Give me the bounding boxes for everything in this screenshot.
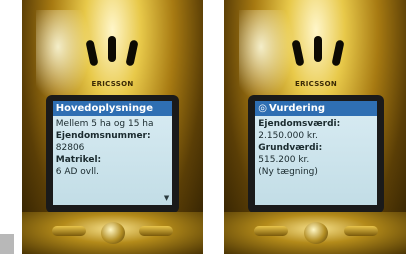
brand-logo: ERICSSON bbox=[91, 80, 134, 88]
phone-shine bbox=[36, 10, 91, 102]
screen-line-label: Matrikel: bbox=[55, 155, 102, 165]
screen-body: Mellem 5 ha og 15 ha Ejendomsnummer: 828… bbox=[56, 118, 169, 178]
screen-body: Ejendomsværdi: 2.150.000 kr. Grundværdi:… bbox=[258, 118, 373, 178]
screen-line: 515.200 kr. bbox=[258, 155, 310, 165]
screen-line: 2.150.000 kr. bbox=[258, 131, 318, 141]
screen-title-text: Vurdering bbox=[269, 103, 326, 114]
right-softkey[interactable] bbox=[344, 226, 378, 236]
screen-line-label: Grundværdi: bbox=[258, 143, 323, 153]
phone-shine bbox=[238, 10, 294, 102]
screen-line: 82806 bbox=[55, 143, 85, 153]
scroll-down-icon: ▼ bbox=[163, 194, 170, 202]
left-softkey[interactable] bbox=[254, 226, 288, 236]
screen-line: 6 AD ovll. bbox=[55, 167, 99, 177]
phone-photo-left: ERICSSON Hovedoplysninge Mellem 5 ha og … bbox=[22, 0, 203, 254]
right-softkey[interactable] bbox=[139, 226, 173, 236]
screen-line-label: Ejendomsværdi: bbox=[258, 119, 341, 129]
phone-screen: Hovedoplysninge Mellem 5 ha og 15 ha Eje… bbox=[52, 101, 173, 205]
left-softkey[interactable] bbox=[52, 226, 86, 236]
screen-title: Hovedoplysninge bbox=[52, 101, 173, 116]
screen-line: Mellem 5 ha og 15 ha bbox=[55, 119, 154, 129]
speaker-slot-center bbox=[314, 36, 322, 62]
joystick-button[interactable] bbox=[100, 222, 125, 244]
joystick-button[interactable] bbox=[304, 222, 328, 244]
brand-logo: ERICSSON bbox=[294, 80, 338, 88]
phone-screen: ◎ Vurdering Ejendomsværdi: 2.150.000 kr. … bbox=[255, 101, 377, 205]
valuation-icon: ◎ bbox=[258, 103, 267, 114]
speaker-slot-center bbox=[108, 36, 116, 62]
background-corner-tile bbox=[0, 234, 14, 254]
screen-title: ◎ Vurdering bbox=[255, 101, 377, 116]
screen-line-label: Ejendomsnummer: bbox=[55, 131, 151, 141]
phone-photo-right: ERICSSON ◎ Vurdering Ejendomsværdi: 2.150… bbox=[224, 0, 406, 254]
screen-line: (Ny tægning) bbox=[258, 167, 318, 177]
